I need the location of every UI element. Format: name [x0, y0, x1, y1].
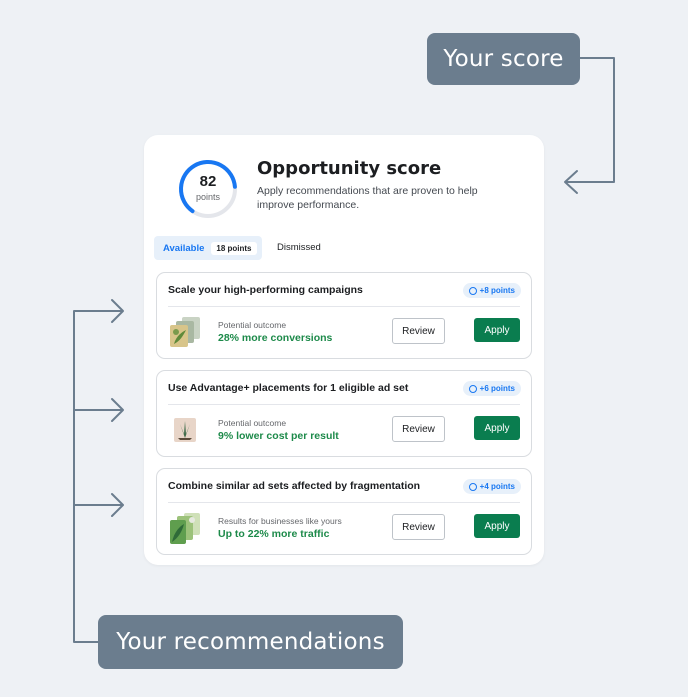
points-pill: +4 points	[462, 479, 521, 494]
outcome-label: Potential outcome	[218, 320, 287, 330]
divider	[168, 404, 520, 405]
outcome-label: Potential outcome	[218, 418, 287, 428]
review-button[interactable]: Review	[392, 514, 445, 540]
review-button[interactable]: Review	[392, 318, 445, 344]
apply-button[interactable]: Apply	[474, 514, 520, 538]
divider	[168, 306, 520, 307]
recommendation-title: Scale your high-performing campaigns	[168, 284, 363, 296]
outcome-value: 9% lower cost per result	[218, 430, 339, 442]
recommendation-card: Scale your high-performing campaigns +8 …	[156, 272, 532, 359]
stacked-creatives-icon	[170, 317, 200, 347]
page-subtitle: Apply recommendations that are proven to…	[257, 185, 478, 211]
points-pill: +8 points	[462, 283, 521, 298]
points-value: +6 points	[479, 384, 515, 393]
recommendation-title: Use Advantage+ placements for 1 eligible…	[168, 382, 409, 394]
divider	[168, 502, 520, 503]
tab-available[interactable]: Available 18 points	[154, 236, 262, 260]
recommendation-card: Combine similar ad sets affected by frag…	[156, 468, 532, 555]
plant-creative-icon	[174, 418, 196, 442]
points-badge: 18 points	[211, 241, 257, 255]
score-unit: points	[195, 192, 221, 202]
apply-button[interactable]: Apply	[474, 416, 520, 440]
gauge-icon	[468, 286, 477, 295]
tab-dismissed[interactable]: Dismissed	[277, 242, 321, 253]
gauge-icon	[468, 384, 477, 393]
recommendation-title: Combine similar ad sets affected by frag…	[168, 480, 421, 492]
review-button[interactable]: Review	[392, 416, 445, 442]
outcome-value: Up to 22% more traffic	[218, 528, 330, 540]
leaf-creatives-icon	[170, 513, 200, 544]
your-score-callout: Your score	[427, 33, 580, 85]
your-recommendations-callout: Your recommendations	[98, 615, 403, 669]
outcome-label: Results for businesses like yours	[218, 516, 342, 526]
page-title: Opportunity score	[257, 158, 442, 179]
score-value: 82	[199, 173, 217, 190]
apply-button[interactable]: Apply	[474, 318, 520, 342]
gauge-icon	[468, 482, 477, 491]
tab-available-label: Available	[163, 242, 205, 254]
points-value: +8 points	[479, 286, 515, 295]
points-value: +4 points	[479, 482, 515, 491]
points-pill: +6 points	[462, 381, 521, 396]
opportunity-score-card: 82 points Opportunity score Apply recomm…	[144, 135, 544, 565]
outcome-value: 28% more conversions	[218, 332, 333, 344]
recommendation-card: Use Advantage+ placements for 1 eligible…	[156, 370, 532, 457]
